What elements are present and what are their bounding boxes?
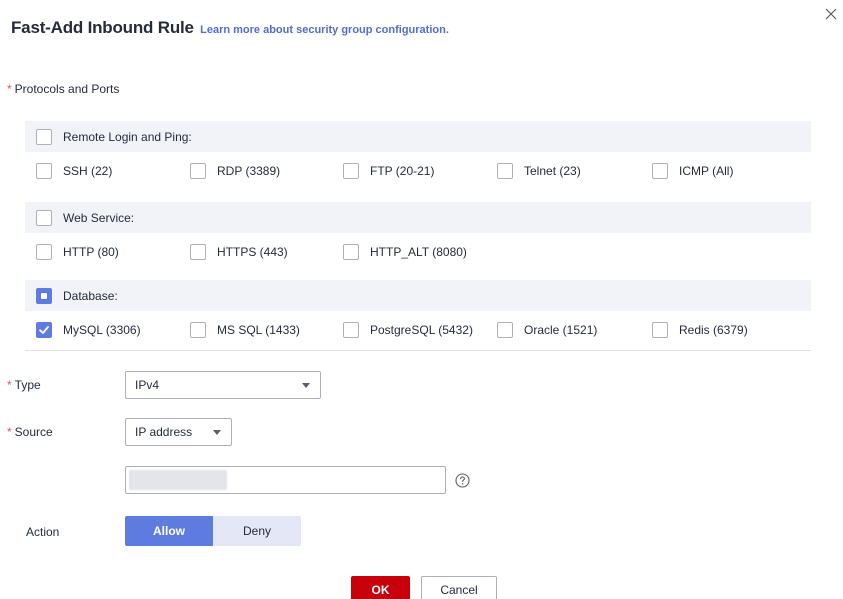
group-label-remote-login: Remote Login and Ping:	[63, 129, 192, 144]
checkbox-telnet[interactable]	[497, 163, 513, 179]
option-postgresql[interactable]: PostgreSQL (5432)	[343, 311, 473, 349]
checkbox-postgresql[interactable]	[343, 322, 359, 338]
action-deny-button[interactable]: Deny	[213, 516, 301, 546]
ok-button[interactable]: OK	[351, 576, 410, 599]
close-icon[interactable]	[823, 6, 839, 22]
option-redis[interactable]: Redis (6379)	[652, 311, 748, 349]
checkbox-ftp[interactable]	[343, 163, 359, 179]
chevron-down-icon	[213, 430, 221, 435]
source-select[interactable]: IP address	[125, 418, 232, 446]
checkbox-remote-login-group[interactable]	[36, 128, 52, 145]
checkbox-mssql[interactable]	[190, 322, 206, 338]
fast-add-inbound-rule-dialog: Fast-Add Inbound Rule Learn more about s…	[0, 0, 843, 599]
source-select-value: IP address	[135, 425, 193, 439]
chevron-down-icon	[302, 383, 310, 388]
options-row-database: MySQL (3306) MS SQL (1433) PostgreSQL (5…	[25, 311, 811, 349]
action-allow-button[interactable]: Allow	[125, 516, 213, 546]
learn-more-link[interactable]: Learn more about security group configur…	[200, 24, 449, 36]
source-label: * Source	[7, 425, 53, 439]
checkbox-rdp[interactable]	[190, 163, 206, 179]
option-oracle[interactable]: Oracle (1521)	[497, 311, 597, 349]
checkbox-redis[interactable]	[652, 322, 668, 338]
protocols-label: * Protocols and Ports	[7, 82, 120, 96]
checkbox-oracle[interactable]	[497, 322, 513, 338]
option-mssql[interactable]: MS SQL (1433)	[190, 311, 300, 349]
option-ftp[interactable]: FTP (20-21)	[343, 152, 434, 190]
checkbox-database-group[interactable]	[36, 287, 52, 304]
option-https[interactable]: HTTPS (443)	[190, 233, 288, 271]
help-circle-icon[interactable]	[455, 473, 470, 488]
option-telnet[interactable]: Telnet (23)	[497, 152, 581, 190]
group-header-remote-login[interactable]: Remote Login and Ping:	[25, 121, 811, 152]
cancel-button[interactable]: Cancel	[421, 576, 497, 599]
checkbox-https[interactable]	[190, 244, 206, 260]
option-http-alt[interactable]: HTTP_ALT (8080)	[343, 233, 467, 271]
options-row-remote-login: SSH (22) RDP (3389) FTP (20-21) Telnet (…	[25, 152, 811, 190]
redacted-value	[129, 470, 227, 490]
options-row-web-service: HTTP (80) HTTPS (443) HTTP_ALT (8080)	[25, 233, 811, 271]
required-mark: *	[7, 82, 12, 96]
required-mark: *	[7, 425, 12, 439]
checkbox-http[interactable]	[36, 244, 52, 260]
option-http[interactable]: HTTP (80)	[36, 233, 119, 271]
required-mark: *	[7, 378, 12, 392]
group-header-web-service[interactable]: Web Service:	[25, 202, 811, 233]
checkbox-icmp[interactable]	[652, 163, 668, 179]
checkbox-http-alt[interactable]	[343, 244, 359, 260]
option-rdp[interactable]: RDP (3389)	[190, 152, 280, 190]
checkbox-mysql[interactable]	[36, 322, 52, 338]
action-label: Action	[26, 525, 60, 539]
option-mysql[interactable]: MySQL (3306)	[36, 311, 141, 349]
checkbox-ssh[interactable]	[36, 163, 52, 179]
checkmark-icon	[39, 326, 49, 334]
group-header-database[interactable]: Database:	[25, 280, 811, 311]
type-label: * Type	[7, 378, 41, 392]
group-label-web-service: Web Service:	[63, 210, 135, 225]
type-select[interactable]: IPv4	[125, 371, 321, 399]
checkbox-web-service-group[interactable]	[36, 209, 52, 226]
ip-address-input[interactable]	[125, 466, 446, 494]
dialog-header: Fast-Add Inbound Rule Learn more about s…	[11, 18, 449, 38]
option-ssh[interactable]: SSH (22)	[36, 152, 112, 190]
option-icmp[interactable]: ICMP (All)	[652, 152, 733, 190]
protocols-and-ports-panel: Remote Login and Ping: SSH (22) RDP (338…	[25, 121, 811, 351]
group-label-database: Database:	[63, 288, 118, 303]
dialog-title: Fast-Add Inbound Rule	[11, 18, 194, 37]
type-select-value: IPv4	[135, 378, 160, 392]
